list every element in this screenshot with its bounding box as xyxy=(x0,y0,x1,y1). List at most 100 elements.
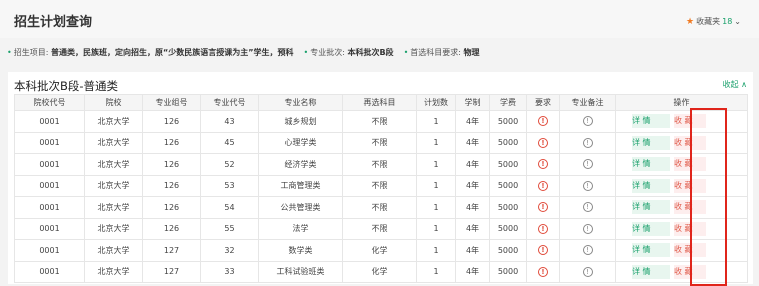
actions-cell: 详 情收 藏 xyxy=(615,153,748,176)
detail-button[interactable]: 详 情 xyxy=(632,221,670,236)
detail-button[interactable]: 详 情 xyxy=(632,200,670,215)
column-header: 操作 xyxy=(615,94,748,111)
detail-button[interactable]: 详 情 xyxy=(632,135,670,150)
table-cell: 126 xyxy=(142,110,201,133)
actions-cell: 详 情收 藏 xyxy=(615,196,748,219)
column-header: 再选科目 xyxy=(342,94,417,111)
table-cell: 54 xyxy=(200,196,259,219)
table-cell: 北京大学 xyxy=(84,110,143,133)
actions-cell: 详 情收 藏 xyxy=(615,110,748,133)
requirement-cell: ! xyxy=(526,153,560,176)
info-icon[interactable]: ! xyxy=(582,202,593,213)
table-cell: 4年 xyxy=(455,174,490,197)
collapse-toggle[interactable]: 收起 ∧ xyxy=(723,79,747,90)
table-row: 0001 北京大学 126 43 城乡规划 不限 1 4年 5000!! 详 情收 藏 xyxy=(14,110,748,133)
table-cell: 工科试验班类 xyxy=(258,260,343,283)
info-icon[interactable]: ! xyxy=(538,116,548,127)
table-cell: 不限 xyxy=(342,153,417,176)
highlight-box xyxy=(690,108,727,286)
table-header-row: 院校代号 院校 专业组号 专业代号 专业名称 再选科目 计划数 学制 学费 要求 专业备注 操作 xyxy=(14,94,748,111)
info-icon[interactable]: ! xyxy=(538,266,548,277)
table-cell: 0001 xyxy=(14,196,85,219)
table-cell: 北京大学 xyxy=(84,174,143,197)
table-cell: 5000 xyxy=(489,260,527,283)
favorites-button[interactable]: ★ 收藏夹 18 ⌄ xyxy=(686,16,741,27)
table-cell: 45 xyxy=(200,131,259,154)
detail-button[interactable]: 详 情 xyxy=(632,178,670,193)
remark-cell: ! xyxy=(559,217,616,240)
info-icon[interactable]: ! xyxy=(538,202,548,213)
table-cell: 不限 xyxy=(342,131,417,154)
table-cell: 126 xyxy=(142,174,201,197)
requirement-cell: ! xyxy=(526,131,560,154)
info-icon[interactable]: ! xyxy=(582,223,593,234)
column-header: 计划数 xyxy=(416,94,456,111)
section-title: 本科批次B段-普通类 xyxy=(14,79,119,93)
column-header: 学费 xyxy=(489,94,527,111)
info-icon[interactable]: ! xyxy=(582,116,593,127)
remark-cell: ! xyxy=(559,260,616,283)
table-cell: 5000 xyxy=(489,153,527,176)
table-cell: 4年 xyxy=(455,217,490,240)
table-cell: 4年 xyxy=(455,196,490,219)
actions-cell: 详 情收 藏 xyxy=(615,131,748,154)
info-icon[interactable]: ! xyxy=(582,266,593,277)
table-cell: 0001 xyxy=(14,260,85,283)
info-icon[interactable]: ! xyxy=(538,245,548,256)
table-cell: 126 xyxy=(142,217,201,240)
table-cell: 33 xyxy=(200,260,259,283)
table-cell: 0001 xyxy=(14,217,85,240)
table-cell: 1 xyxy=(416,153,456,176)
remark-cell: ! xyxy=(559,131,616,154)
info-icon[interactable]: ! xyxy=(538,137,548,148)
info-icon[interactable]: ! xyxy=(538,180,548,191)
detail-button[interactable]: 详 情 xyxy=(632,264,670,279)
requirement-cell: ! xyxy=(526,110,560,133)
table-cell: 127 xyxy=(142,239,201,262)
table-row: 0001 北京大学 126 55 法学 不限 1 4年 5000!! 详 情收 藏 xyxy=(14,217,748,240)
table-cell: 北京大学 xyxy=(84,153,143,176)
table-cell: 北京大学 xyxy=(84,260,143,283)
page-title: 招生计划查询 xyxy=(14,15,93,30)
actions-cell: 详 情收 藏 xyxy=(615,174,748,197)
dot-icon: • xyxy=(303,48,309,57)
table-cell: 公共管理类 xyxy=(258,196,343,219)
table-cell: 52 xyxy=(200,153,259,176)
info-icon[interactable]: ! xyxy=(582,180,593,191)
detail-button[interactable]: 详 情 xyxy=(632,114,670,129)
table-cell: 北京大学 xyxy=(84,217,143,240)
remark-cell: ! xyxy=(559,110,616,133)
table-cell: 1 xyxy=(416,239,456,262)
table-row: 0001 北京大学 127 33 工科试验班类 化学 1 4年 5000!! 详 情收 藏 xyxy=(14,260,748,283)
table-cell: 5000 xyxy=(489,174,527,197)
results-panel: 本科批次B段-普通类 收起 ∧ 院校代号 院校 专业组号 专业代号 专业名称 再选科目 计划… xyxy=(8,72,753,284)
table-cell: 4年 xyxy=(455,131,490,154)
table-cell: 5000 xyxy=(489,110,527,133)
info-icon[interactable]: ! xyxy=(582,159,593,170)
table-cell: 北京大学 xyxy=(84,196,143,219)
star-icon: ★ xyxy=(686,16,695,27)
dot-icon: • xyxy=(7,48,12,57)
requirement-cell: ! xyxy=(526,260,560,283)
favorites-label: 收藏夹 xyxy=(696,17,721,26)
column-header: 专业组号 xyxy=(142,94,201,111)
info-icon[interactable]: ! xyxy=(582,245,593,256)
info-icon[interactable]: ! xyxy=(538,159,548,170)
detail-button[interactable]: 详 情 xyxy=(632,157,670,172)
filter-label: 招生项目: xyxy=(13,48,49,57)
actions-cell: 详 情收 藏 xyxy=(615,260,748,283)
column-header: 学制 xyxy=(455,94,490,111)
table-cell: 不限 xyxy=(342,217,417,240)
table-cell: 法学 xyxy=(258,217,343,240)
info-icon[interactable]: ! xyxy=(538,223,548,234)
requirement-cell: ! xyxy=(526,174,560,197)
table-cell: 1 xyxy=(416,196,456,219)
column-header: 院校 xyxy=(84,94,143,111)
table-cell: 1 xyxy=(416,174,456,197)
table-row: 0001 北京大学 126 54 公共管理类 不限 1 4年 5000!! 详 情收 藏 xyxy=(14,196,748,219)
requirement-cell: ! xyxy=(526,239,560,262)
table-cell: 化学 xyxy=(342,239,417,262)
column-header: 专业代号 xyxy=(200,94,259,111)
info-icon[interactable]: ! xyxy=(582,137,593,148)
detail-button[interactable]: 详 情 xyxy=(632,243,670,258)
